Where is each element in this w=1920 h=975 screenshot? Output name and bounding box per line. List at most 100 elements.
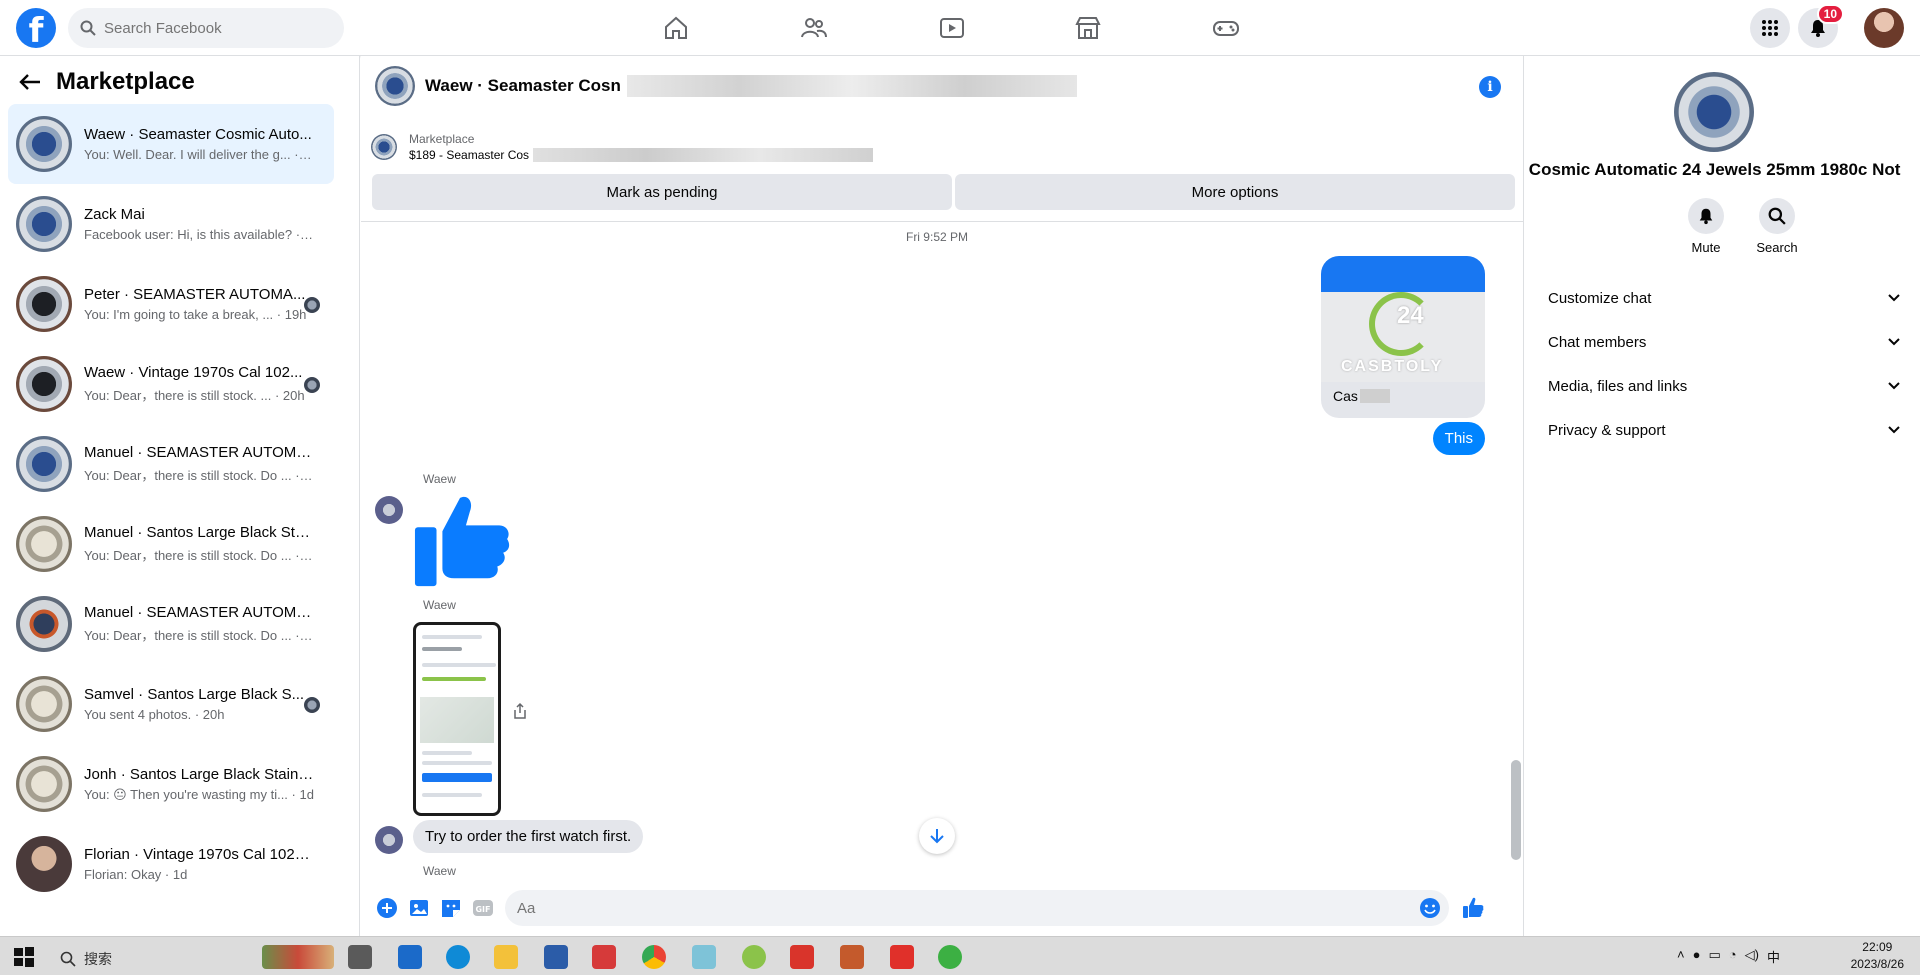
card-brand: CASBTOLY bbox=[1341, 358, 1444, 375]
marketplace-listing-row[interactable]: Marketplace $189 - Seamaster Cos bbox=[371, 132, 874, 162]
conversation-item[interactable]: Samvel · Santos Large Black S... You sent… bbox=[8, 664, 334, 744]
task-view-icon[interactable] bbox=[348, 945, 372, 969]
facebook-search-input[interactable] bbox=[104, 19, 324, 37]
app-icon[interactable] bbox=[742, 945, 766, 969]
card-caption: Cas bbox=[1333, 388, 1358, 404]
search-in-chat-button[interactable]: Search bbox=[1747, 198, 1807, 255]
listing-thumbnail bbox=[371, 134, 397, 160]
search-label: Search bbox=[1756, 240, 1798, 255]
menu-grid-button[interactable] bbox=[1750, 8, 1790, 48]
menu-item-label: Chat members bbox=[1548, 333, 1647, 351]
message-input-box[interactable] bbox=[505, 890, 1449, 926]
network-icon[interactable]: ◔ bbox=[1729, 947, 1737, 966]
conversation-name: Waew · Seamaster Cosmic Auto... bbox=[84, 126, 312, 143]
app-icon[interactable] bbox=[840, 945, 864, 969]
input-method-indicator[interactable]: 中 bbox=[1767, 947, 1780, 966]
photo-icon[interactable] bbox=[407, 896, 431, 920]
search-icon bbox=[1768, 207, 1786, 225]
notifications-button[interactable]: 10 bbox=[1798, 4, 1844, 48]
chat-panel: Waew · Seamaster Cosn i Marketplace $189… bbox=[361, 56, 1523, 936]
conversation-snippet: You: Dear，there is still stock. Do ... ·… bbox=[84, 548, 314, 563]
image-line bbox=[422, 751, 472, 755]
conversation-item[interactable]: Peter · SEAMASTER AUTOMA... You: I'm goin… bbox=[8, 264, 334, 344]
edge-browser-icon[interactable] bbox=[446, 945, 470, 969]
message-input[interactable] bbox=[517, 899, 1397, 917]
profile-avatar[interactable] bbox=[1864, 8, 1904, 48]
emoji-icon[interactable] bbox=[1419, 897, 1441, 919]
conversation-item[interactable]: Manuel · SEAMASTER AUTOMA... You: Dear，th… bbox=[8, 584, 334, 664]
marketplace-conversations-panel: Marketplace Waew · Seamaster Cosmic Auto… bbox=[0, 56, 360, 936]
windows-taskbar: 搜索 ˄ ● ▭ ◔ ◁) 中 22:09 2023/8/26 bbox=[0, 936, 1920, 975]
marketplace-icon[interactable] bbox=[1074, 14, 1102, 42]
wps-office-icon[interactable] bbox=[790, 945, 814, 969]
incoming-message-bubble[interactable]: Try to order the first watch first. bbox=[413, 820, 644, 853]
info-icon[interactable]: i bbox=[1479, 76, 1501, 98]
image-line bbox=[422, 663, 496, 667]
chevron-up-icon[interactable]: ˄ bbox=[1677, 947, 1685, 966]
thumbs-up-sticker-icon[interactable] bbox=[413, 492, 511, 590]
facebook-logo[interactable]: f bbox=[16, 8, 56, 48]
menu-chat-members[interactable]: Chat members bbox=[1540, 320, 1910, 364]
outgoing-message-bubble[interactable]: This bbox=[1432, 422, 1485, 455]
chat-info-panel: er Cosmic Automatic 24 Jewels 25mm 1980c… bbox=[1523, 56, 1920, 936]
gaming-icon[interactable] bbox=[1212, 14, 1240, 42]
shield-app-icon[interactable] bbox=[544, 945, 568, 969]
sticker-icon[interactable] bbox=[439, 896, 463, 920]
conversation-item[interactable]: Jonh · Santos Large Black Stainl... You: … bbox=[8, 744, 334, 824]
thumbs-up-icon[interactable] bbox=[1461, 896, 1485, 920]
mute-button[interactable]: Mute bbox=[1676, 198, 1736, 255]
gif-icon[interactable]: GIF bbox=[471, 896, 495, 920]
sender-name: Waew bbox=[423, 598, 456, 612]
watch-video-icon[interactable] bbox=[938, 14, 966, 42]
facebook-search-box[interactable] bbox=[68, 8, 344, 48]
plus-icon[interactable] bbox=[375, 896, 399, 920]
conversation-item[interactable]: Waew · Seamaster Cosmic Auto... You: Well… bbox=[8, 104, 334, 184]
scrollbar-thumb[interactable] bbox=[1511, 760, 1521, 860]
more-options-button[interactable]: More options bbox=[955, 174, 1515, 210]
youdao-dictionary-icon[interactable] bbox=[890, 945, 914, 969]
app-icon[interactable] bbox=[592, 945, 616, 969]
menu-media-files-links[interactable]: Media, files and links bbox=[1540, 364, 1910, 408]
volume-icon[interactable]: ◁) bbox=[1745, 947, 1759, 966]
scroll-to-bottom-button[interactable] bbox=[919, 818, 955, 854]
windows-start-icon[interactable] bbox=[12, 945, 36, 969]
qq-icon[interactable]: ● bbox=[1693, 947, 1701, 966]
conversation-item[interactable]: Manuel · SEAMASTER AUTOMA... You: Dear，th… bbox=[8, 424, 334, 504]
battery-icon[interactable]: ▭ bbox=[1709, 947, 1721, 966]
share-icon[interactable] bbox=[511, 702, 529, 720]
conversation-item[interactable]: Manuel · Santos Large Black Sta... You: D… bbox=[8, 504, 334, 584]
back-arrow-icon[interactable] bbox=[16, 68, 44, 96]
chat-scrollbar[interactable] bbox=[1511, 226, 1521, 876]
conversation-name: Jonh · Santos Large Black Stainl... bbox=[84, 765, 314, 783]
conversation-avatar bbox=[16, 676, 72, 732]
menu-privacy-support[interactable]: Privacy & support bbox=[1540, 408, 1910, 452]
screenshot-image[interactable] bbox=[413, 622, 501, 816]
app-icon[interactable] bbox=[692, 945, 716, 969]
grid-icon bbox=[1762, 20, 1778, 36]
link-preview-card[interactable]: 24 CASBTOLY Cas bbox=[1321, 256, 1485, 418]
friends-icon[interactable] bbox=[800, 14, 828, 42]
mark-as-pending-button[interactable]: Mark as pending bbox=[372, 174, 952, 210]
chat-avatar[interactable] bbox=[375, 66, 415, 106]
conversation-avatar bbox=[16, 356, 72, 412]
taskbar-search[interactable]: 搜索 bbox=[60, 949, 112, 969]
chat-title[interactable]: Waew · Seamaster Cosn bbox=[425, 76, 621, 96]
wechat-icon[interactable] bbox=[938, 945, 962, 969]
home-icon[interactable] bbox=[662, 14, 690, 42]
file-explorer-icon[interactable] bbox=[494, 945, 518, 969]
conversation-name: Peter · SEAMASTER AUTOMA... bbox=[84, 286, 306, 303]
conversation-item[interactable]: Florian · Vintage 1970s Cal 1020 ... Flor… bbox=[8, 824, 334, 904]
chevron-down-icon bbox=[1888, 294, 1900, 302]
image-map bbox=[420, 697, 494, 743]
menu-customize-chat[interactable]: Customize chat bbox=[1540, 276, 1910, 320]
conversation-item[interactable]: Waew · Vintage 1970s Cal 102... You: Dear… bbox=[8, 344, 334, 424]
mail-app-icon[interactable] bbox=[398, 945, 422, 969]
notification-count-badge: 10 bbox=[1816, 4, 1844, 24]
image-line bbox=[422, 647, 462, 651]
conversation-snippet: You: I'm going to take a break, ... · 19… bbox=[84, 307, 307, 322]
chrome-browser-icon[interactable] bbox=[642, 945, 666, 969]
taskbar-widget-image[interactable] bbox=[262, 945, 334, 969]
conversation-item[interactable]: Zack Mai Facebook user: Hi, is this avail… bbox=[8, 184, 334, 264]
seen-avatar-icon bbox=[304, 297, 320, 313]
taskbar-clock[interactable]: 22:09 2023/8/26 bbox=[1851, 939, 1904, 973]
